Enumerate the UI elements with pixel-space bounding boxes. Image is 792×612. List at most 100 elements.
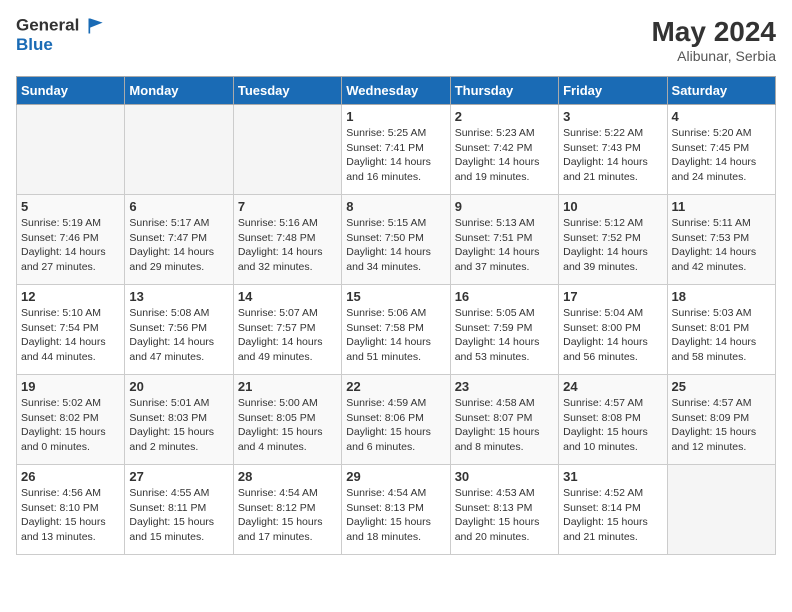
title-block: May 2024 Alibunar, Serbia — [651, 16, 776, 64]
day-number: 6 — [129, 199, 228, 214]
weekday-saturday: Saturday — [667, 77, 775, 105]
weekday-wednesday: Wednesday — [342, 77, 450, 105]
calendar-cell — [667, 465, 775, 555]
day-number: 28 — [238, 469, 337, 484]
calendar-cell: 4 Sunrise: 5:20 AMSunset: 7:45 PMDaylight… — [667, 105, 775, 195]
day-info: Sunrise: 4:59 AMSunset: 8:06 PMDaylight:… — [346, 396, 445, 455]
day-info: Sunrise: 5:06 AMSunset: 7:58 PMDaylight:… — [346, 306, 445, 365]
day-info: Sunrise: 5:11 AMSunset: 7:53 PMDaylight:… — [672, 216, 771, 275]
day-info: Sunrise: 4:54 AMSunset: 8:13 PMDaylight:… — [346, 486, 445, 545]
day-number: 9 — [455, 199, 554, 214]
calendar-week-row: 26 Sunrise: 4:56 AMSunset: 8:10 PMDayligh… — [17, 465, 776, 555]
calendar-week-row: 5 Sunrise: 5:19 AMSunset: 7:46 PMDaylight… — [17, 195, 776, 285]
day-info: Sunrise: 5:13 AMSunset: 7:51 PMDaylight:… — [455, 216, 554, 275]
day-number: 18 — [672, 289, 771, 304]
day-number: 22 — [346, 379, 445, 394]
day-info: Sunrise: 5:05 AMSunset: 7:59 PMDaylight:… — [455, 306, 554, 365]
day-number: 4 — [672, 109, 771, 124]
calendar-cell: 16 Sunrise: 5:05 AMSunset: 7:59 PMDayligh… — [450, 285, 558, 375]
day-number: 31 — [563, 469, 662, 484]
calendar-cell: 29Sunrise: 4:54 AMSunset: 8:13 PMDayligh… — [342, 465, 450, 555]
day-number: 30 — [455, 469, 554, 484]
calendar-week-row: 19Sunrise: 5:02 AMSunset: 8:02 PMDayligh… — [17, 375, 776, 465]
calendar-cell: 18 Sunrise: 5:03 AMSunset: 8:01 PMDayligh… — [667, 285, 775, 375]
day-number: 26 — [21, 469, 120, 484]
calendar-cell: 10Sunrise: 5:12 AMSunset: 7:52 PMDayligh… — [559, 195, 667, 285]
calendar-cell: 20 Sunrise: 5:01 AMSunset: 8:03 PMDayligh… — [125, 375, 233, 465]
day-info: Sunrise: 5:17 AMSunset: 7:47 PMDaylight:… — [129, 216, 228, 275]
calendar-cell: 24Sunrise: 4:57 AMSunset: 8:08 PMDayligh… — [559, 375, 667, 465]
day-number: 8 — [346, 199, 445, 214]
calendar-cell: 1Sunrise: 5:25 AMSunset: 7:41 PMDaylight… — [342, 105, 450, 195]
day-info: Sunrise: 4:54 AMSunset: 8:12 PMDaylight:… — [238, 486, 337, 545]
day-info: Sunrise: 5:00 AMSunset: 8:05 PMDaylight:… — [238, 396, 337, 455]
calendar-cell: 13 Sunrise: 5:08 AMSunset: 7:56 PMDayligh… — [125, 285, 233, 375]
logo: General Blue — [16, 16, 106, 55]
page-header: General Blue May 2024 Alibunar, Serbia — [16, 16, 776, 64]
calendar-cell: 9 Sunrise: 5:13 AMSunset: 7:51 PMDaylight… — [450, 195, 558, 285]
calendar-cell — [17, 105, 125, 195]
day-info: Sunrise: 5:15 AMSunset: 7:50 PMDaylight:… — [346, 216, 445, 275]
day-info: Sunrise: 4:53 AMSunset: 8:13 PMDaylight:… — [455, 486, 554, 545]
day-number: 16 — [455, 289, 554, 304]
day-info: Sunrise: 4:52 AMSunset: 8:14 PMDaylight:… — [563, 486, 662, 545]
day-number: 27 — [129, 469, 228, 484]
day-info: Sunrise: 5:19 AMSunset: 7:46 PMDaylight:… — [21, 216, 120, 275]
day-info: Sunrise: 5:04 AMSunset: 8:00 PMDaylight:… — [563, 306, 662, 365]
day-info: Sunrise: 5:23 AMSunset: 7:42 PMDaylight:… — [455, 126, 554, 185]
day-number: 13 — [129, 289, 228, 304]
calendar-cell: 28 Sunrise: 4:54 AMSunset: 8:12 PMDayligh… — [233, 465, 341, 555]
day-info: Sunrise: 5:25 AMSunset: 7:41 PMDaylight:… — [346, 126, 445, 185]
day-info: Sunrise: 4:57 AMSunset: 8:09 PMDaylight:… — [672, 396, 771, 455]
day-info: Sunrise: 5:07 AMSunset: 7:57 PMDaylight:… — [238, 306, 337, 365]
day-info: Sunrise: 5:03 AMSunset: 8:01 PMDaylight:… — [672, 306, 771, 365]
day-number: 12 — [21, 289, 120, 304]
calendar-cell: 3 Sunrise: 5:22 AMSunset: 7:43 PMDaylight… — [559, 105, 667, 195]
calendar-cell: 23Sunrise: 4:58 AMSunset: 8:07 PMDayligh… — [450, 375, 558, 465]
calendar-cell: 2Sunrise: 5:23 AMSunset: 7:42 PMDaylight… — [450, 105, 558, 195]
calendar-cell — [125, 105, 233, 195]
weekday-thursday: Thursday — [450, 77, 558, 105]
calendar-cell: 22 Sunrise: 4:59 AMSunset: 8:06 PMDayligh… — [342, 375, 450, 465]
day-info: Sunrise: 4:56 AMSunset: 8:10 PMDaylight:… — [21, 486, 120, 545]
calendar-cell: 25 Sunrise: 4:57 AMSunset: 8:09 PMDayligh… — [667, 375, 775, 465]
logo-general: General — [16, 16, 106, 36]
logo-blue: Blue — [16, 36, 106, 55]
day-info: Sunrise: 5:10 AMSunset: 7:54 PMDaylight:… — [21, 306, 120, 365]
calendar-cell: 7Sunrise: 5:16 AMSunset: 7:48 PMDaylight… — [233, 195, 341, 285]
weekday-header-row: SundayMondayTuesdayWednesdayThursdayFrid… — [17, 77, 776, 105]
day-number: 3 — [563, 109, 662, 124]
calendar-cell: 6 Sunrise: 5:17 AMSunset: 7:47 PMDaylight… — [125, 195, 233, 285]
day-info: Sunrise: 5:08 AMSunset: 7:56 PMDaylight:… — [129, 306, 228, 365]
calendar-cell: 14 Sunrise: 5:07 AMSunset: 7:57 PMDayligh… — [233, 285, 341, 375]
day-number: 25 — [672, 379, 771, 394]
calendar-cell: 21Sunrise: 5:00 AMSunset: 8:05 PMDayligh… — [233, 375, 341, 465]
day-number: 24 — [563, 379, 662, 394]
calendar-cell: 5 Sunrise: 5:19 AMSunset: 7:46 PMDaylight… — [17, 195, 125, 285]
day-number: 15 — [346, 289, 445, 304]
day-info: Sunrise: 4:55 AMSunset: 8:11 PMDaylight:… — [129, 486, 228, 545]
day-number: 23 — [455, 379, 554, 394]
day-info: Sunrise: 5:12 AMSunset: 7:52 PMDaylight:… — [563, 216, 662, 275]
weekday-sunday: Sunday — [17, 77, 125, 105]
day-info: Sunrise: 5:01 AMSunset: 8:03 PMDaylight:… — [129, 396, 228, 455]
day-info: Sunrise: 5:22 AMSunset: 7:43 PMDaylight:… — [563, 126, 662, 185]
day-number: 20 — [129, 379, 228, 394]
calendar-cell: 15 Sunrise: 5:06 AMSunset: 7:58 PMDayligh… — [342, 285, 450, 375]
day-number: 7 — [238, 199, 337, 214]
day-number: 17 — [563, 289, 662, 304]
calendar-cell: 8 Sunrise: 5:15 AMSunset: 7:50 PMDaylight… — [342, 195, 450, 285]
calendar-cell: 12 Sunrise: 5:10 AMSunset: 7:54 PMDayligh… — [17, 285, 125, 375]
month-year: May 2024 — [651, 16, 776, 48]
calendar-cell: 19Sunrise: 5:02 AMSunset: 8:02 PMDayligh… — [17, 375, 125, 465]
day-number: 11 — [672, 199, 771, 214]
day-number: 5 — [21, 199, 120, 214]
calendar-cell: 30 Sunrise: 4:53 AMSunset: 8:13 PMDayligh… — [450, 465, 558, 555]
calendar-cell: 27 Sunrise: 4:55 AMSunset: 8:11 PMDayligh… — [125, 465, 233, 555]
day-number: 14 — [238, 289, 337, 304]
day-number: 19 — [21, 379, 120, 394]
weekday-monday: Monday — [125, 77, 233, 105]
calendar-cell: 17 Sunrise: 5:04 AMSunset: 8:00 PMDayligh… — [559, 285, 667, 375]
day-info: Sunrise: 5:20 AMSunset: 7:45 PMDaylight:… — [672, 126, 771, 185]
calendar-week-row: 12 Sunrise: 5:10 AMSunset: 7:54 PMDayligh… — [17, 285, 776, 375]
